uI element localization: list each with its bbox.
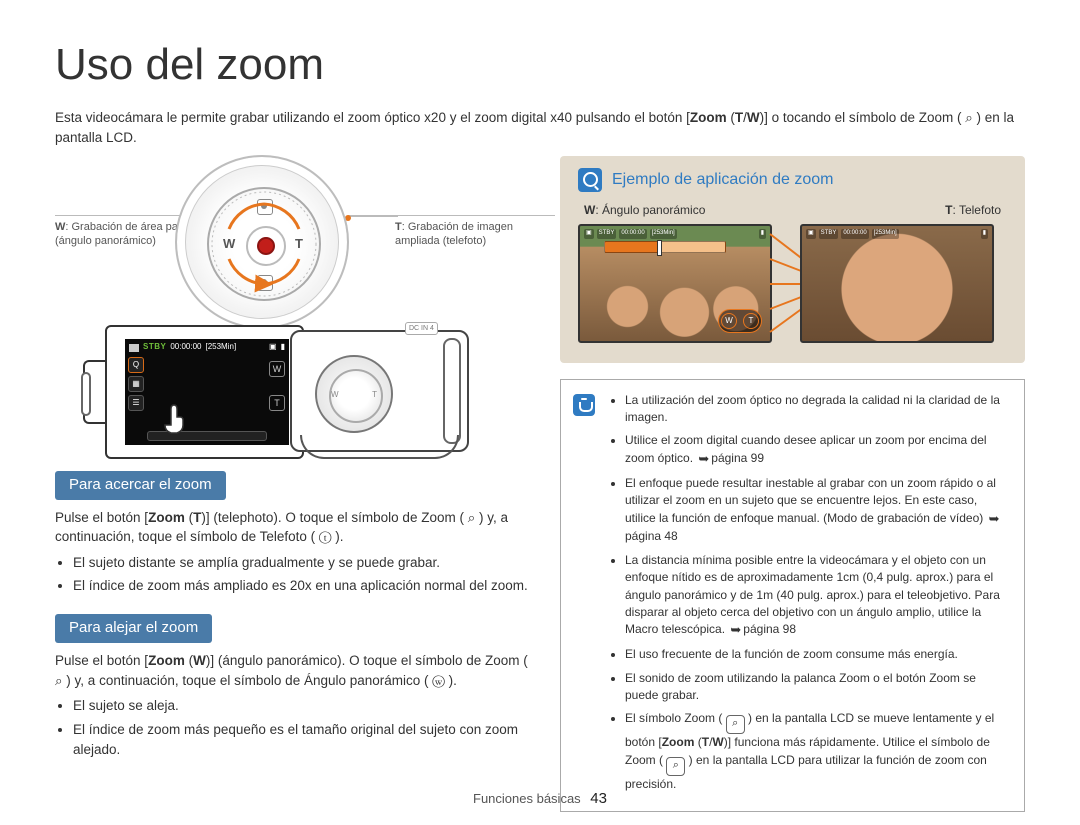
osd-zoom-w-icon: W: [269, 361, 285, 377]
right-column: Ejemplo de aplicación de zoom W: Ángulo …: [560, 160, 1025, 813]
note-7: El símbolo Zoom ( ⌕ ) en la pantalla LCD…: [625, 710, 1010, 793]
zoom-out-bullet-1: El sujeto se aleja.: [73, 696, 530, 716]
wt-badge-t: T: [743, 313, 759, 329]
heading-zoom-in: Para acercar el zoom: [55, 471, 226, 500]
example-t-label: T: Telefoto: [945, 202, 1001, 218]
zoom-in-bullet-2: El índice de zoom más ampliado es 20x en…: [73, 576, 530, 596]
osd-zoom-t-icon: T: [269, 395, 285, 411]
note-6: El sonido de zoom utilizando la palanca …: [625, 670, 1010, 705]
zoom-dial: W T: [175, 155, 349, 329]
example-photo-tele: ▣STBY00:00:00[253Min]▮: [800, 224, 994, 343]
zoom-out-bullet-2: El índice de zoom más pequeño es el tama…: [73, 720, 530, 759]
osd-quick-icon: Q: [128, 357, 144, 373]
note-1: La utilización del zoom óptico no degrad…: [625, 392, 1010, 427]
hand-tap-icon: [155, 395, 197, 437]
lens-w-label: W: [331, 390, 339, 401]
footer-section: Funciones básicas: [473, 791, 581, 806]
camera-strap: [300, 435, 459, 459]
footer: Funciones básicas 43: [0, 789, 1080, 809]
example-title: Ejemplo de aplicación de zoom: [612, 169, 833, 191]
osd-menu-icon: ☰: [128, 395, 144, 411]
left-column: W: Grabación de área panorámica (ángulo …: [55, 160, 530, 813]
osd-left-icons: Q ▦ ☰: [128, 357, 144, 411]
zoom-bar: [604, 241, 726, 253]
zoom-in-bullet-1: El sujeto distante se amplía gradualment…: [73, 553, 530, 573]
osd-zoom-icons: W T: [269, 361, 285, 411]
notes-box: La utilización del zoom óptico no degrad…: [560, 379, 1025, 812]
sd-icon: [129, 344, 139, 352]
lens-t-label: T: [372, 390, 377, 401]
callout-tele: T: Grabación de imagen ampliada (telefot…: [395, 215, 555, 249]
camera-lens: W T: [315, 355, 393, 433]
note-icon: [573, 394, 595, 416]
osd-cam-icon: ▣: [269, 342, 277, 353]
example-photo-wide: ▣STBY00:00:00[253Min]▮ W T: [578, 224, 772, 343]
dcin-label: DC IN 4: [405, 322, 438, 335]
osd-time: 00:00:00: [170, 342, 201, 353]
magnifier-icon: [578, 168, 602, 192]
note-4: La distancia mínima posible entre la vid…: [625, 552, 1010, 640]
zoom-out-paragraph: Pulse el botón [Zoom (W)] (ángulo panorá…: [55, 651, 530, 690]
wt-badge-w: W: [721, 313, 737, 329]
footer-page-number: 43: [590, 790, 607, 807]
example-box: Ejemplo de aplicación de zoom W: Ángulo …: [560, 156, 1025, 363]
zoom-in-paragraph: Pulse el botón [Zoom (T)] (telephoto). O…: [55, 508, 530, 547]
osd-top-bar: STBY 00:00:00 [253Min] ▣ ▮: [127, 341, 287, 355]
wt-badge: W T: [718, 309, 762, 333]
osd-stby: STBY: [143, 342, 166, 353]
camera-illustration: STBY 00:00:00 [253Min] ▣ ▮ Q ▦: [105, 330, 465, 475]
note-2: Utilice el zoom digital cuando desee apl…: [625, 432, 1010, 468]
note-3: El enfoque puede resultar inestable al g…: [625, 475, 1010, 546]
intro-text: Esta videocámara le permite grabar utili…: [55, 108, 1025, 147]
osd-batt-icon: ▮: [281, 342, 285, 353]
osd-mode-icon: ▦: [128, 376, 144, 392]
illustration-area: W: Grabación de área panorámica (ángulo …: [55, 160, 530, 465]
osd-remain: [253Min]: [205, 342, 236, 353]
example-w-label: W: Ángulo panorámico: [584, 202, 705, 218]
lcd-screen: STBY 00:00:00 [253Min] ▣ ▮ Q ▦: [125, 339, 289, 445]
note-5: El uso frecuente de la función de zoom c…: [625, 646, 1010, 663]
page-title: Uso del zoom: [55, 35, 1025, 94]
heading-zoom-out: Para alejar el zoom: [55, 614, 212, 643]
